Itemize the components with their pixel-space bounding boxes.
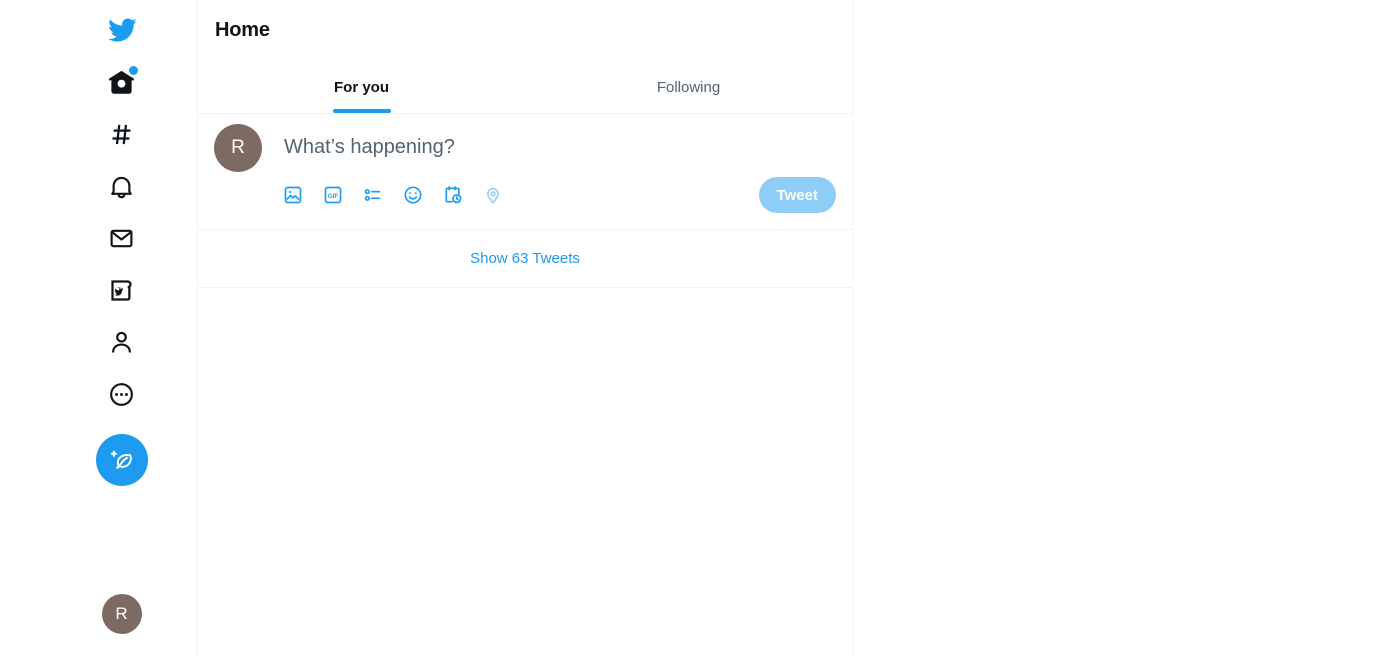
emoji-smiley-icon[interactable] bbox=[396, 178, 430, 212]
account-avatar[interactable]: R bbox=[101, 594, 142, 634]
tab-for-you[interactable]: For you bbox=[198, 61, 525, 113]
tweet-text-input[interactable]: What’s happening? bbox=[274, 124, 836, 169]
composer-tools: GIF bbox=[274, 178, 510, 212]
sidebar-item-twitter-blue[interactable] bbox=[96, 264, 148, 316]
show-new-tweets-button[interactable]: Show 63 Tweets bbox=[198, 230, 852, 288]
account-avatar-initial: R bbox=[115, 604, 128, 623]
sidebar-item-profile[interactable] bbox=[96, 316, 148, 368]
compose-tweet-button[interactable] bbox=[95, 434, 148, 486]
composer-body: What’s happening? GIF Tweet bbox=[262, 124, 836, 223]
home-notification-badge bbox=[128, 66, 138, 75]
composer-actions: GIF Tweet bbox=[274, 169, 836, 223]
tweet-composer: R What’s happening? GIF Tweet bbox=[198, 114, 852, 230]
composer-avatar[interactable]: R bbox=[214, 124, 262, 172]
sidebar-item-notifications[interactable] bbox=[96, 160, 148, 212]
sidebar-item-more[interactable] bbox=[96, 368, 148, 420]
right-sidebar: Don 3 Trending with #Dunki, Jawan Trendi… bbox=[853, 0, 1379, 656]
timeline-tabs: For you Following bbox=[198, 61, 852, 114]
sidebar-item-home[interactable] bbox=[96, 56, 148, 108]
twitter-app: R Home For you Following R What’s happen… bbox=[0, 0, 1379, 656]
tweet-submit-button[interactable]: Tweet bbox=[758, 177, 836, 213]
poll-list-icon[interactable] bbox=[356, 178, 390, 212]
composer-avatar-initial: R bbox=[231, 137, 245, 158]
image-media-icon[interactable] bbox=[276, 178, 310, 212]
main-header: Home bbox=[198, 0, 852, 61]
gif-icon[interactable]: GIF bbox=[316, 178, 350, 212]
left-sidebar-nav: R bbox=[0, 0, 198, 656]
sidebar-item-messages[interactable] bbox=[96, 212, 148, 264]
page-title: Home bbox=[215, 19, 270, 41]
tab-following[interactable]: Following bbox=[525, 61, 852, 113]
schedule-clock-icon[interactable] bbox=[436, 178, 470, 212]
tab-following-label: Following bbox=[656, 78, 721, 96]
svg-text:GIF: GIF bbox=[328, 193, 339, 200]
twitter-bird-logo[interactable] bbox=[96, 4, 148, 56]
tab-for-you-label: For you bbox=[334, 78, 389, 96]
location-pin-icon[interactable] bbox=[476, 178, 510, 212]
main-timeline-column: Home For you Following R What’s happenin… bbox=[198, 0, 853, 656]
sidebar-item-explore[interactable] bbox=[96, 108, 148, 160]
